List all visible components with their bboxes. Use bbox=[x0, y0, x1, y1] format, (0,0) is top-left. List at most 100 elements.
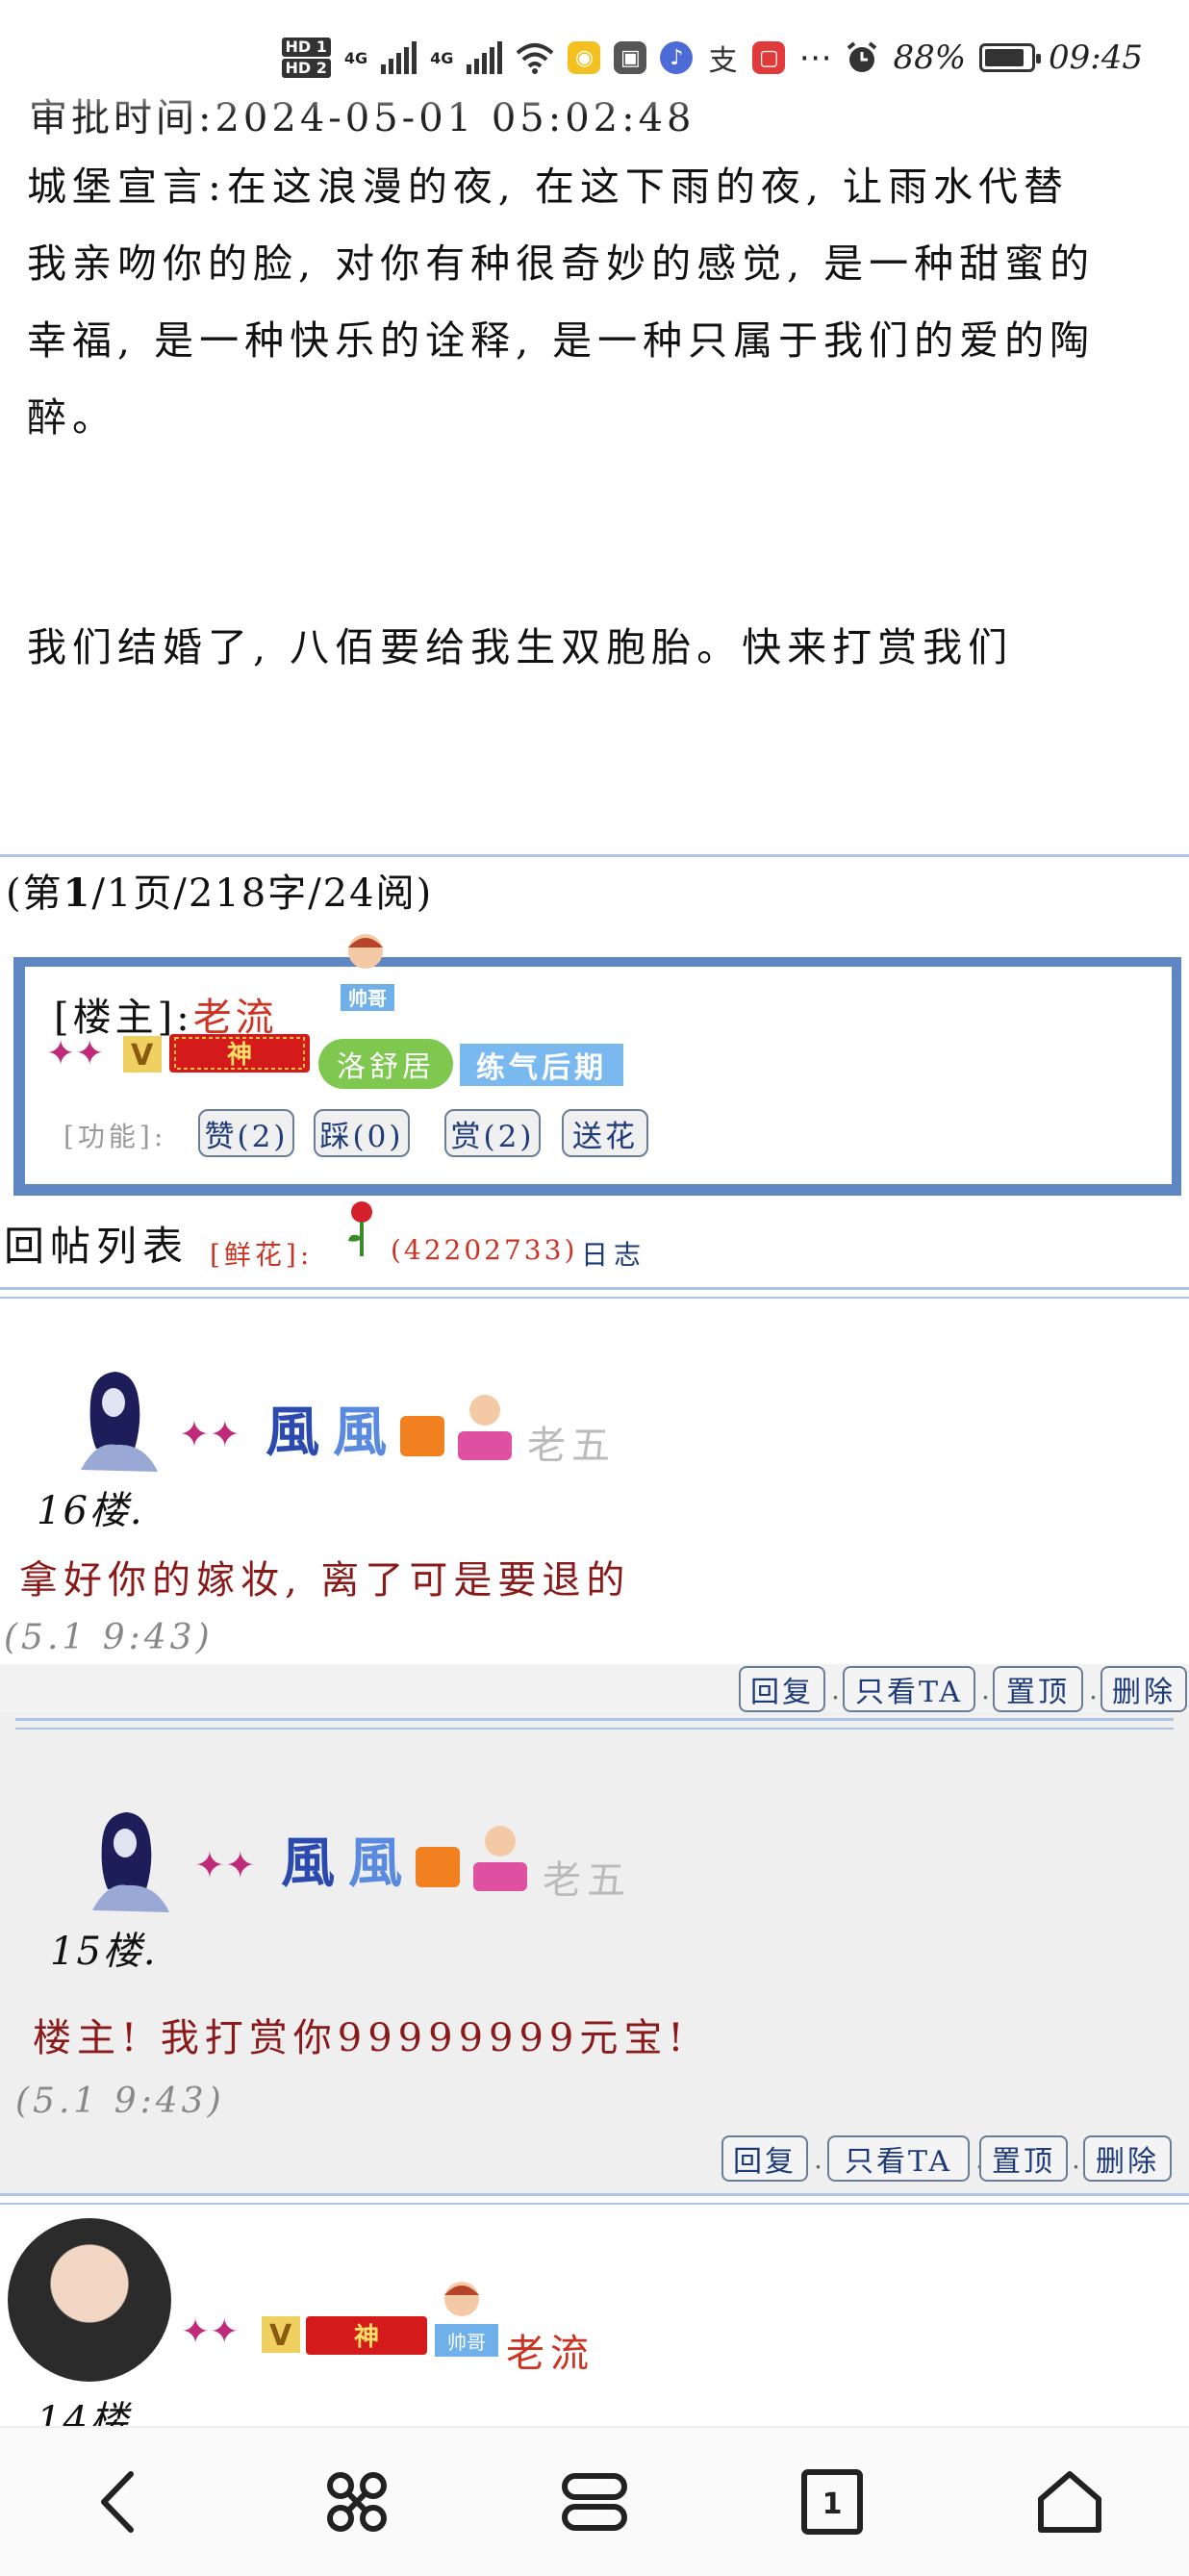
separator: . bbox=[1089, 1674, 1098, 1705]
pin-button[interactable]: 置顶 bbox=[993, 1666, 1083, 1712]
net1-label: 4G bbox=[343, 48, 368, 67]
title-badge: 神 bbox=[354, 2323, 379, 2352]
reply-list-title: 回帖列表 bbox=[4, 1223, 190, 1270]
pill-green[interactable]: 洛舒居 bbox=[318, 1039, 453, 1089]
page-count-icon[interactable]: 1 bbox=[774, 2444, 890, 2560]
avatar[interactable] bbox=[58, 1364, 173, 1479]
handsome-badge: 帅哥 bbox=[331, 928, 400, 1015]
like-button[interactable]: 赞(2) bbox=[198, 1109, 294, 1157]
page-info-prefix: (第 bbox=[6, 871, 63, 916]
post-text: 拿好你的嫁妆, 离了可是要退的 bbox=[19, 1558, 631, 1603]
alarm-icon bbox=[847, 41, 877, 72]
article-paragraph-2: 我们结婚了, 八佰要给我生双胞胎。快来打赏我们 bbox=[27, 624, 1014, 670]
article-paragraph-1: 城堡宣言:在这浪漫的夜, 在这下雨的夜, 让雨水代替 我亲吻你的脸, 对你有种很… bbox=[27, 148, 1162, 456]
rank-badges: ✦✦ V 神 帅哥 bbox=[181, 2282, 498, 2357]
alipay-icon: 支 bbox=[706, 41, 740, 78]
page-number: 1 bbox=[63, 871, 92, 916]
reply-button[interactable]: 回复 bbox=[739, 1666, 825, 1712]
floor-number: 15楼. bbox=[50, 1930, 158, 1974]
reply-post: ✦✦ V 神 帅哥 老流 14楼. bbox=[0, 2207, 1189, 2443]
battery-percent: 88% bbox=[893, 38, 967, 77]
post-time: (5.1 9:43) bbox=[4, 1618, 214, 1657]
func-label: [功能]: bbox=[63, 1121, 167, 1152]
hd-badges: HD 1 HD 2 bbox=[281, 37, 331, 79]
separator: . bbox=[1072, 2143, 1080, 2175]
rose-icon bbox=[348, 1201, 372, 1256]
separator: . bbox=[981, 1674, 990, 1705]
rank-char: 風 bbox=[266, 1401, 319, 1464]
wifi-icon bbox=[517, 43, 554, 74]
svg-text:✦✦: ✦✦ bbox=[181, 2312, 239, 2352]
rank-char: 風 bbox=[348, 1831, 402, 1895]
divider bbox=[15, 1728, 1174, 1730]
avatar[interactable] bbox=[69, 1805, 185, 1920]
delete-button[interactable]: 删除 bbox=[1083, 2135, 1172, 2182]
hd1-badge: HD 1 bbox=[281, 38, 331, 57]
reply-post: ✦✦ 風 風 老五 16楼. 拿好你的嫁妆, 离了可是要退的 (5.1 9:43… bbox=[0, 1301, 1189, 1712]
post-text: 楼主! 我打赏你99999999元宝! bbox=[33, 2016, 690, 2060]
handsome-tag: 帅哥 bbox=[348, 987, 387, 1010]
handsome-tag: 帅哥 bbox=[447, 2331, 486, 2354]
send-flower-button[interactable]: 送花 bbox=[562, 1109, 648, 1157]
rank-glyph-icon: ✦✦ bbox=[46, 1034, 104, 1073]
status-icons: HD 1 HD 2 4G 4G ◉ ▣ ♪ 支 ▢ ⋯ 88% 09:45 bbox=[281, 37, 1143, 79]
only-ta-button[interactable]: 只看TA bbox=[827, 2135, 970, 2182]
reward-button[interactable]: 赏(2) bbox=[444, 1109, 541, 1157]
pill-blue: 练气后期 bbox=[460, 1044, 623, 1086]
gift-icon: ▣ bbox=[614, 41, 647, 74]
hd2-badge: HD 2 bbox=[281, 59, 331, 78]
poster-name[interactable]: 老流 bbox=[506, 2322, 594, 2378]
more-icon: ⋯ bbox=[798, 38, 832, 77]
title-badge: 神 bbox=[227, 1041, 252, 1070]
signal-2-icon bbox=[467, 41, 503, 74]
rank-char: 風 bbox=[281, 1831, 335, 1895]
diary-link[interactable]: 日志 bbox=[581, 1234, 646, 1273]
article-line: 幸福, 是一种快乐的诠释, 是一种只属于我们的爱的陶 bbox=[27, 317, 1096, 364]
apps-icon[interactable] bbox=[299, 2444, 415, 2560]
net2-label: 4G bbox=[430, 48, 454, 67]
delete-button[interactable]: 删除 bbox=[1100, 1666, 1187, 1712]
divider bbox=[0, 1297, 1189, 1299]
rank-char: 風 bbox=[333, 1401, 387, 1464]
page-info-rest: /1页/218字/24阅) bbox=[91, 871, 434, 916]
battery-icon bbox=[979, 43, 1042, 72]
signal-1-icon bbox=[381, 41, 417, 74]
pin-button[interactable]: 置顶 bbox=[979, 2135, 1068, 2182]
article-line: 城堡宣言:在这浪漫的夜, 在这下雨的夜, 让雨水代替 bbox=[27, 164, 1069, 210]
reader-icon: ▢ bbox=[752, 41, 786, 74]
post-time: (5.1 9:43) bbox=[15, 2082, 225, 2121]
clock: 09:45 bbox=[1049, 38, 1143, 77]
divider bbox=[0, 1287, 1189, 1290]
battery-fill bbox=[985, 49, 1025, 66]
home-icon[interactable] bbox=[1012, 2444, 1127, 2560]
separator: . bbox=[814, 2143, 822, 2175]
flower-count: (42202733) bbox=[391, 1234, 578, 1266]
poster-name[interactable]: 老五 bbox=[527, 1414, 616, 1470]
action-row: 回复 . 只看TA . 置顶 . 删除 bbox=[0, 1664, 1189, 1712]
tabs-icon[interactable] bbox=[537, 2444, 652, 2560]
svg-text:✦✦: ✦✦ bbox=[179, 1413, 240, 1455]
page-count: 1 bbox=[822, 2488, 843, 2521]
music-icon: ♪ bbox=[660, 41, 694, 74]
svg-text:✦✦: ✦✦ bbox=[194, 1844, 256, 1886]
weibo-icon: ◉ bbox=[568, 41, 601, 74]
svg-text:V: V bbox=[131, 1039, 154, 1073]
article-line: 醉。 bbox=[27, 394, 117, 441]
status-bar: HD 1 HD 2 4G 4G ◉ ▣ ♪ 支 ▢ ⋯ 88% 09:45 bbox=[0, 0, 1189, 115]
dislike-button[interactable]: 踩(0) bbox=[314, 1109, 410, 1157]
owner-box: [楼主]:老流 帅哥 ✦✦ V 神 洛舒居 练气后期 [功能]: 赞(2) 踩(… bbox=[13, 934, 1181, 1196]
svg-text:V: V bbox=[269, 2319, 292, 2353]
article-line: 我亲吻你的脸, 对你有种很奇妙的感觉, 是一种甜蜜的 bbox=[27, 240, 1096, 287]
reply-button[interactable]: 回复 bbox=[721, 2135, 808, 2182]
only-ta-button[interactable]: 只看TA bbox=[843, 1666, 975, 1712]
divider bbox=[0, 2193, 1189, 2196]
owner-rank-badge: ✦✦ V 神 bbox=[44, 1024, 314, 1082]
floor-number: 16楼. bbox=[37, 1489, 144, 1533]
poster-name[interactable]: 老五 bbox=[543, 1849, 631, 1905]
divider bbox=[0, 854, 1189, 857]
avatar[interactable] bbox=[8, 2218, 171, 2382]
page-info: (第1/1页/218字/24阅) bbox=[6, 862, 433, 918]
divider bbox=[15, 1718, 1174, 1721]
back-icon[interactable] bbox=[62, 2444, 177, 2560]
flower-label: [鲜花]: bbox=[210, 1239, 314, 1271]
